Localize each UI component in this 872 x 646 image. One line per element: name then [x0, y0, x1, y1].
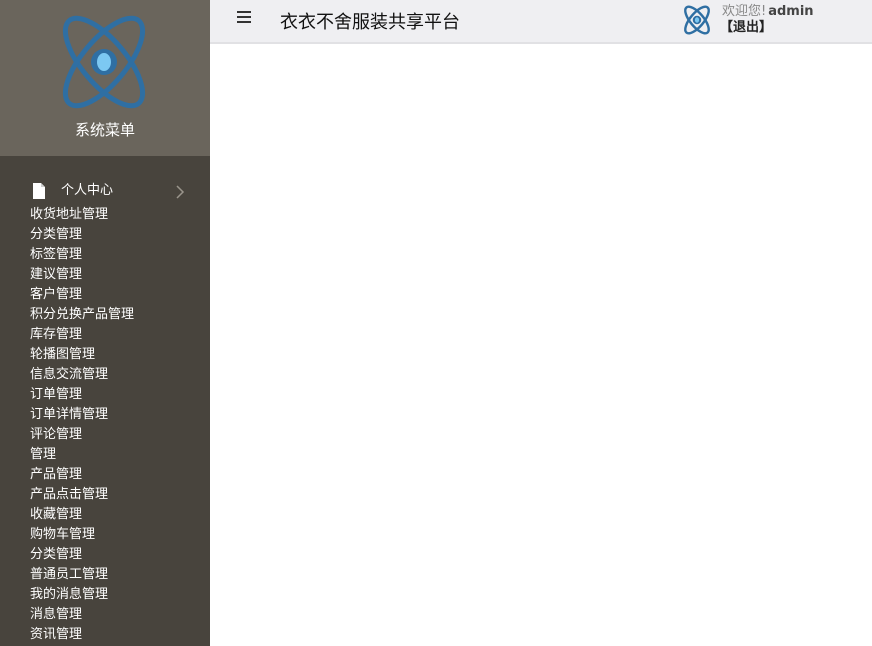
sidebar-menu-list: 收货地址管理 分类管理 标签管理 建议管理 客户管理 积分兑换产品管理 库存管理 轮播图管理信…	[0, 205, 210, 645]
app-window: 系统菜单 个人中心 收货地址管理 分类管理 标签管理 建议管理 客户管理 积分兑换产品管理…	[0, 0, 872, 646]
sidebar-menu-item[interactable]: 建议管理	[0, 265, 210, 285]
sidebar-menu-item[interactable]: 收货地址管理	[0, 205, 210, 225]
atom-logo-icon	[62, 15, 146, 109]
hamburger-icon[interactable]	[237, 11, 251, 25]
sidebar-menu-item[interactable]: 客户管理	[0, 285, 210, 305]
sidebar-menu-item[interactable]: 评论管理	[0, 425, 210, 445]
sidebar-menu-item[interactable]: 购物车管理	[0, 525, 210, 545]
sidebar-menu-item[interactable]: 收藏管理	[0, 505, 210, 525]
top-bar: 衣衣不舍服装共享平台 欢迎您! admin 【退出】	[210, 0, 872, 44]
sidebar-menu-item[interactable]: 标签管理	[0, 245, 210, 265]
menu-group-personal-center[interactable]: 个人中心	[0, 180, 210, 202]
sidebar-menu-item[interactable]: 订单管理	[0, 385, 210, 405]
logout-link[interactable]: 【退出】	[720, 19, 772, 36]
sidebar-menu-item[interactable]: 积分兑换产品管理	[0, 305, 210, 325]
sidebar: 系统菜单 个人中心 收货地址管理 分类管理 标签管理 建议管理 客户管理 积分兑换产品管理…	[0, 0, 210, 646]
menu-group-label: 个人中心	[61, 183, 114, 198]
welcome-text: 欢迎您! admin	[722, 3, 814, 20]
sidebar-menu-item[interactable]: 信息交流管理	[0, 365, 210, 385]
sidebar-menu-item[interactable]: 分类管理	[0, 545, 210, 565]
document-icon	[33, 183, 45, 199]
sidebar-menu-item[interactable]: 库存管理	[0, 325, 210, 345]
username: admin	[768, 4, 814, 19]
sidebar-menu-item[interactable]: 轮播图管理	[0, 345, 210, 365]
chevron-right-icon	[176, 185, 185, 199]
sidebar-menu-item[interactable]: 分类管理	[0, 225, 210, 245]
sidebar-menu-item[interactable]: 订单详情管理	[0, 405, 210, 425]
greeting-text: 欢迎您!	[722, 4, 767, 19]
sidebar-menu-item[interactable]: 管理	[0, 445, 210, 465]
main-content	[210, 44, 872, 646]
sidebar-menu-item[interactable]: 普通员工管理	[0, 565, 210, 585]
sidebar-menu-item[interactable]: 我的消息管理	[0, 585, 210, 605]
sidebar-menu-item[interactable]: 资讯管理	[0, 625, 210, 645]
sidebar-menu-item[interactable]: 消息管理	[0, 605, 210, 625]
sidebar-header: 系统菜单	[0, 0, 210, 156]
atom-logo-icon	[684, 5, 710, 35]
app-title: 衣衣不舍服装共享平台	[280, 12, 460, 33]
sidebar-menu-item[interactable]: 产品点击管理	[0, 485, 210, 505]
sidebar-menu-item[interactable]: 产品管理	[0, 465, 210, 485]
sidebar-title: 系统菜单	[74, 121, 135, 139]
